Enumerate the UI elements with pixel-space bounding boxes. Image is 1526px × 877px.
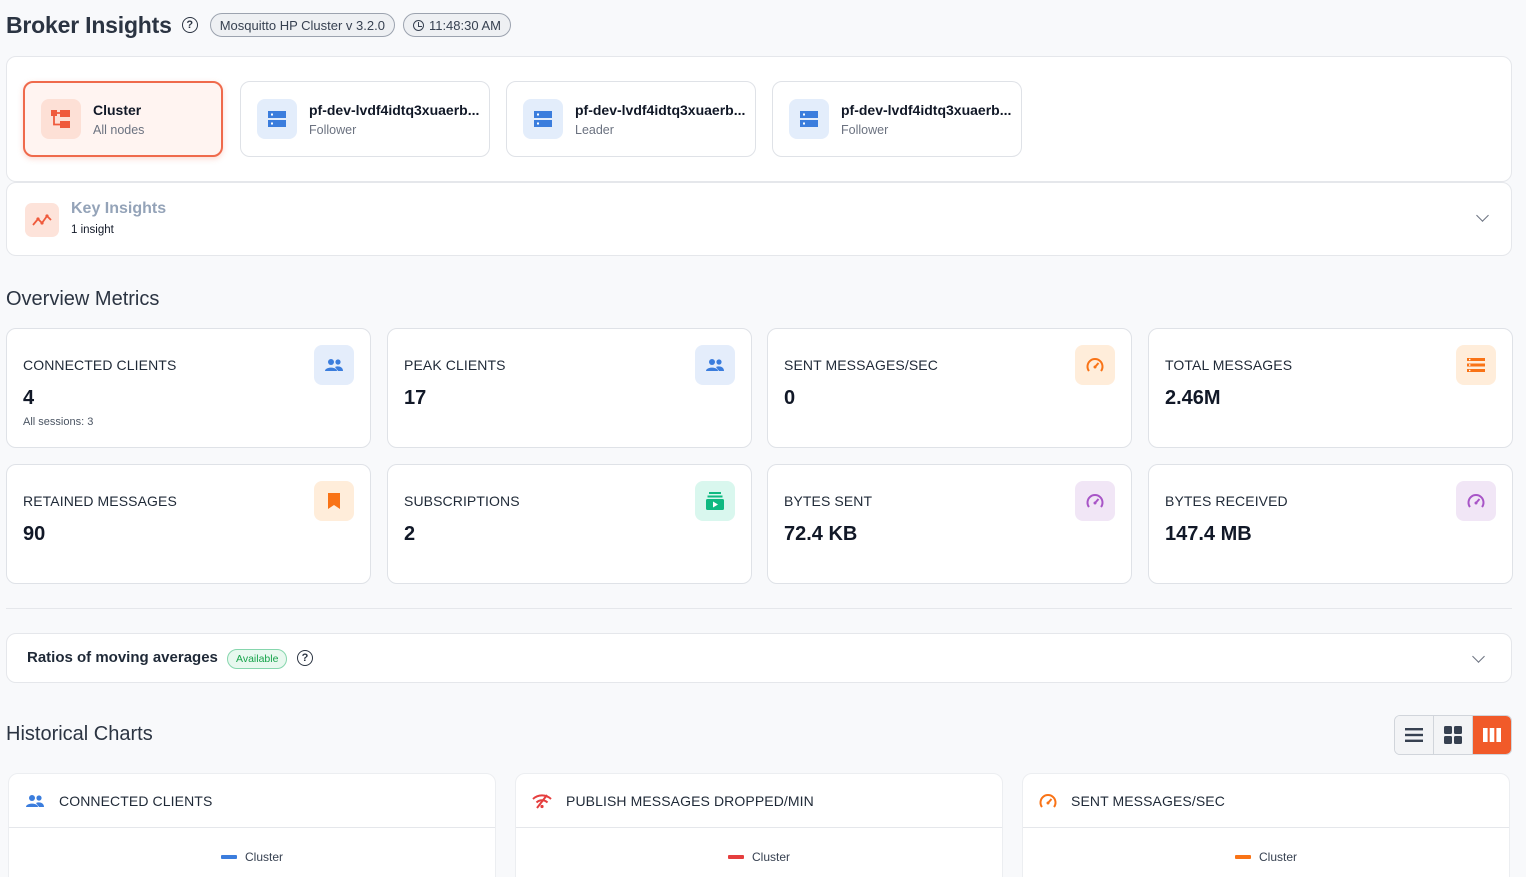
chart-legend[interactable]: Cluster — [1023, 850, 1509, 864]
metric-value: 4 — [23, 387, 35, 409]
metric-retained-messages: RETAINED MESSAGES 90 — [6, 464, 371, 584]
metric-value: 90 — [23, 523, 46, 545]
chevron-down-icon[interactable] — [1476, 209, 1489, 222]
chart-legend[interactable]: Cluster — [516, 850, 1002, 864]
cluster-icon — [41, 99, 81, 139]
server-icon — [257, 99, 297, 139]
server-icon — [789, 99, 829, 139]
legend-label: Cluster — [244, 850, 283, 864]
subscriptions-icon — [695, 481, 735, 521]
node-role: Follower — [309, 122, 357, 137]
server-icon — [523, 99, 563, 139]
chart-title: SENT MESSAGES/SEC — [1071, 792, 1225, 809]
metric-label: PEAK CLIENTS — [404, 357, 506, 373]
legend-label: Cluster — [751, 850, 790, 864]
chart-card-connected-clients: CONNECTED CLIENTS Cluster — [8, 773, 496, 877]
metric-value: 17 — [404, 387, 427, 409]
bookmark-icon — [314, 481, 354, 521]
columns-view-button[interactable] — [1473, 716, 1511, 754]
ratios-panel[interactable]: Ratios of moving averages Available ? — [6, 633, 1512, 683]
users-icon — [314, 345, 354, 385]
legend-swatch — [1234, 855, 1251, 859]
trend-icon — [25, 203, 59, 237]
insights-title: Key Insights — [71, 200, 167, 217]
legend-swatch — [220, 855, 237, 859]
section-divider — [6, 608, 1512, 609]
version-text: Mosquitto HP Cluster v 3.2.0 — [219, 17, 385, 33]
help-icon[interactable]: ? — [297, 650, 313, 666]
chart-card-publish-dropped: PUBLISH MESSAGES DROPPED/MIN Cluster — [515, 773, 1003, 877]
help-icon[interactable]: ? — [181, 17, 198, 33]
historical-title: Historical Charts — [6, 723, 153, 745]
chart-card-sent-messages: SENT MESSAGES/SEC Cluster — [1022, 773, 1510, 877]
status-badge: Available — [227, 649, 288, 669]
key-insights-panel[interactable]: Key Insights 1 insight — [6, 182, 1512, 256]
metric-value: 0 — [784, 387, 796, 409]
chart-header: PUBLISH MESSAGES DROPPED/MIN — [516, 774, 1002, 828]
metric-label: BYTES RECEIVED — [1165, 493, 1288, 509]
metric-subscriptions: SUBSCRIPTIONS 2 — [387, 464, 752, 584]
metric-label: BYTES SENT — [784, 493, 873, 509]
node-name: pf-dev-lvdf4idtq3xuaerb... — [841, 101, 1012, 118]
chart-legend[interactable]: Cluster — [9, 850, 495, 864]
time-text: 11:48:30 AM — [428, 17, 501, 33]
users-icon — [695, 345, 735, 385]
metric-label: RETAINED MESSAGES — [23, 493, 177, 509]
metric-value: 72.4 KB — [784, 523, 858, 545]
wifi-off-icon — [532, 793, 552, 809]
metric-bytes-sent: BYTES SENT 72.4 KB — [767, 464, 1132, 584]
legend-label: Cluster — [1258, 850, 1297, 864]
metric-label: TOTAL MESSAGES — [1165, 357, 1293, 373]
list-view-icon — [1405, 728, 1423, 742]
speedometer-icon — [1075, 481, 1115, 521]
metric-connected-clients: CONNECTED CLIENTS 4 All sessions: 3 — [6, 328, 371, 448]
chart-header: SENT MESSAGES/SEC — [1023, 774, 1509, 828]
clock-icon — [412, 19, 424, 31]
page-title: Broker Insights — [6, 11, 172, 38]
chart-header: CONNECTED CLIENTS — [9, 774, 495, 828]
list-icon — [1456, 345, 1496, 385]
chart-title: PUBLISH MESSAGES DROPPED/MIN — [566, 792, 814, 809]
metric-label: CONNECTED CLIENTS — [23, 357, 177, 373]
metric-subtext: All sessions: 3 — [23, 416, 94, 428]
metric-label: SENT MESSAGES/SEC — [784, 357, 938, 373]
node-name: pf-dev-lvdf4idtq3xuaerb... — [575, 101, 746, 118]
speedometer-icon — [1456, 481, 1496, 521]
metric-value: 2.46M — [1165, 387, 1221, 409]
columns-view-icon — [1483, 728, 1501, 742]
metric-sent-messages-sec: SENT MESSAGES/SEC 0 — [767, 328, 1132, 448]
version-badge: Mosquitto HP Cluster v 3.2.0 — [209, 13, 395, 37]
legend-swatch — [727, 855, 744, 859]
insights-count: 1 insight — [71, 224, 114, 236]
chart-title: CONNECTED CLIENTS — [59, 792, 213, 809]
node-card-follower-1[interactable]: pf-dev-lvdf4idtq3xuaerb... Follower — [240, 81, 490, 157]
node-role: Leader — [575, 122, 614, 137]
metric-label: SUBSCRIPTIONS — [404, 493, 520, 509]
chart-layout-toggle — [1394, 715, 1512, 755]
metric-total-messages: TOTAL MESSAGES 2.46M — [1148, 328, 1513, 448]
page-header: Broker Insights ? Mosquitto HP Cluster v… — [6, 10, 511, 40]
metric-value: 147.4 MB — [1165, 523, 1252, 545]
speedometer-icon — [1075, 345, 1115, 385]
ratios-title: Ratios of moving averages — [27, 649, 218, 666]
users-icon — [26, 794, 44, 807]
metric-value: 2 — [404, 523, 416, 545]
speedometer-icon — [1039, 793, 1057, 808]
overview-title: Overview Metrics — [6, 288, 160, 310]
node-name: pf-dev-lvdf4idtq3xuaerb... — [309, 101, 480, 118]
node-card-follower-2[interactable]: pf-dev-lvdf4idtq3xuaerb... Follower — [772, 81, 1022, 157]
node-role: Follower — [841, 122, 889, 137]
node-role: All nodes — [93, 122, 145, 137]
chevron-down-icon[interactable] — [1472, 650, 1485, 663]
node-selector-panel: Cluster All nodes pf-dev-lvdf4idtq3xuaer… — [6, 56, 1512, 182]
metric-peak-clients: PEAK CLIENTS 17 — [387, 328, 752, 448]
node-card-leader[interactable]: pf-dev-lvdf4idtq3xuaerb... Leader — [506, 81, 756, 157]
grid-view-icon — [1444, 726, 1462, 744]
grid-view-button[interactable] — [1434, 716, 1473, 754]
metric-bytes-received: BYTES RECEIVED 147.4 MB — [1148, 464, 1513, 584]
time-badge: 11:48:30 AM — [402, 13, 511, 37]
node-card-cluster[interactable]: Cluster All nodes — [23, 81, 223, 157]
node-name: Cluster — [93, 101, 142, 118]
list-view-button[interactable] — [1395, 716, 1434, 754]
